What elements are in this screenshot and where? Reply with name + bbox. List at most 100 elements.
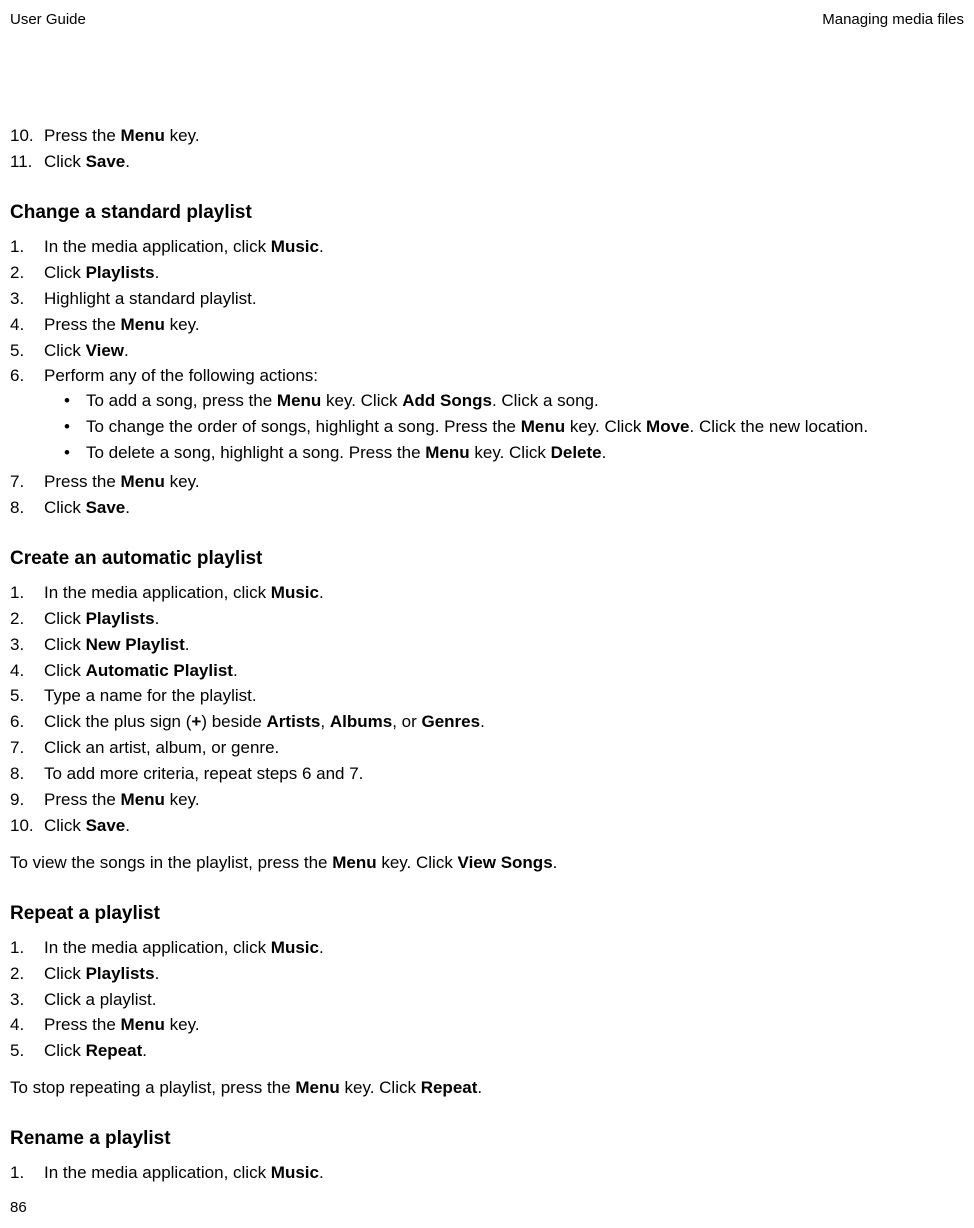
section-heading: Repeat a playlist — [10, 901, 964, 927]
step-text: Click Save. — [44, 151, 964, 174]
step-text: Click Save. — [44, 815, 964, 838]
step-number: 4. — [10, 660, 44, 683]
step-text: Press the Menu key. — [44, 789, 964, 812]
bold-term: Playlists — [86, 964, 155, 983]
bold-term: Menu — [425, 443, 469, 462]
step-number: 1. — [10, 236, 44, 259]
step-item: 2.Click Playlists. — [10, 963, 964, 986]
step-item: 1.In the media application, click Music. — [10, 1162, 964, 1185]
step-text: Perform any of the following actions:•To… — [44, 365, 964, 468]
bold-term: Menu — [121, 1015, 165, 1034]
section-heading: Change a standard playlist — [10, 200, 964, 226]
step-number: 6. — [10, 365, 44, 468]
section-heading: Rename a playlist — [10, 1126, 964, 1152]
step-item: 9.Press the Menu key. — [10, 789, 964, 812]
bold-term: Menu — [121, 126, 165, 145]
step-text: Click Playlists. — [44, 262, 964, 285]
bold-term: Artists — [267, 712, 321, 731]
step-number: 8. — [10, 497, 44, 520]
step-number: 3. — [10, 288, 44, 311]
step-text: In the media application, click Music. — [44, 582, 964, 605]
intro-step-list: 10.Press the Menu key.11.Click Save. — [10, 125, 964, 174]
step-item: 10.Press the Menu key. — [10, 125, 964, 148]
sub-bullet-item: •To add a song, press the Menu key. Clic… — [64, 390, 964, 413]
step-item: 5.Click Repeat. — [10, 1040, 964, 1063]
step-number: 6. — [10, 711, 44, 734]
step-item: 8.Click Save. — [10, 497, 964, 520]
step-text: Press the Menu key. — [44, 471, 964, 494]
bold-term: Menu — [295, 1078, 339, 1097]
step-number: 7. — [10, 737, 44, 760]
bold-term: View Songs — [458, 853, 553, 872]
step-number: 9. — [10, 789, 44, 812]
step-number: 4. — [10, 1014, 44, 1037]
section-note: To stop repeating a playlist, press the … — [10, 1077, 964, 1100]
step-text: Click Automatic Playlist. — [44, 660, 964, 683]
step-item: 10.Click Save. — [10, 815, 964, 838]
step-item: 7.Press the Menu key. — [10, 471, 964, 494]
bullet-icon: • — [64, 390, 86, 413]
step-item: 3.Highlight a standard playlist. — [10, 288, 964, 311]
step-text: Press the Menu key. — [44, 314, 964, 337]
bold-term: Music — [271, 237, 319, 256]
step-number: 10. — [10, 125, 44, 148]
step-text: In the media application, click Music. — [44, 236, 964, 259]
step-item: 3.Click New Playlist. — [10, 634, 964, 657]
step-item: 6.Perform any of the following actions:•… — [10, 365, 964, 468]
bold-term: Menu — [121, 790, 165, 809]
step-item: 6.Click the plus sign (+) beside Artists… — [10, 711, 964, 734]
step-number: 2. — [10, 608, 44, 631]
bold-term: Menu — [332, 853, 376, 872]
step-list: 1.In the media application, click Music.… — [10, 582, 964, 838]
step-text: Click View. — [44, 340, 964, 363]
step-number: 11. — [10, 151, 44, 174]
page-header: User Guide Managing media files — [10, 10, 964, 30]
step-item: 2.Click Playlists. — [10, 262, 964, 285]
step-item: 4.Click Automatic Playlist. — [10, 660, 964, 683]
step-number: 7. — [10, 471, 44, 494]
bold-term: Menu — [277, 391, 321, 410]
bold-term: Menu — [521, 417, 565, 436]
bullet-text: To delete a song, highlight a song. Pres… — [86, 442, 606, 465]
bold-term: Music — [271, 1163, 319, 1182]
step-list: 1.In the media application, click Music. — [10, 1162, 964, 1185]
step-text: Click Playlists. — [44, 608, 964, 631]
step-number: 1. — [10, 1162, 44, 1185]
bullet-text: To add a song, press the Menu key. Click… — [86, 390, 599, 413]
step-text: Click the plus sign (+) beside Artists, … — [44, 711, 964, 734]
bold-term: Delete — [551, 443, 602, 462]
step-text: In the media application, click Music. — [44, 1162, 964, 1185]
step-text: In the media application, click Music. — [44, 937, 964, 960]
header-right: Managing media files — [822, 10, 964, 30]
step-item: 4.Press the Menu key. — [10, 1014, 964, 1037]
step-list: 1.In the media application, click Music.… — [10, 236, 964, 520]
bold-term: Genres — [421, 712, 480, 731]
bold-term: Music — [271, 938, 319, 957]
bullet-text: To change the order of songs, highlight … — [86, 416, 868, 439]
step-text: Click Playlists. — [44, 963, 964, 986]
step-number: 5. — [10, 340, 44, 363]
step-number: 3. — [10, 634, 44, 657]
step-number: 10. — [10, 815, 44, 838]
step-text: Press the Menu key. — [44, 1014, 964, 1037]
step-number: 5. — [10, 1040, 44, 1063]
step-item: 8.To add more criteria, repeat steps 6 a… — [10, 763, 964, 786]
bold-term: Playlists — [86, 609, 155, 628]
step-text: To add more criteria, repeat steps 6 and… — [44, 763, 964, 786]
bold-term: New Playlist — [86, 635, 185, 654]
sub-bullet-list: •To add a song, press the Menu key. Clic… — [64, 390, 964, 465]
sub-bullet-item: •To change the order of songs, highlight… — [64, 416, 964, 439]
sub-bullet-item: •To delete a song, highlight a song. Pre… — [64, 442, 964, 465]
step-text: Type a name for the playlist. — [44, 685, 964, 708]
step-item: 1.In the media application, click Music. — [10, 582, 964, 605]
step-number: 1. — [10, 937, 44, 960]
bold-term: Automatic Playlist — [86, 661, 233, 680]
step-item: 3.Click a playlist. — [10, 989, 964, 1012]
step-item: 1.In the media application, click Music. — [10, 236, 964, 259]
bold-term: View — [86, 341, 124, 360]
step-number: 2. — [10, 963, 44, 986]
section-heading: Create an automatic playlist — [10, 546, 964, 572]
step-number: 5. — [10, 685, 44, 708]
step-text: Press the Menu key. — [44, 125, 964, 148]
step-text: Click New Playlist. — [44, 634, 964, 657]
